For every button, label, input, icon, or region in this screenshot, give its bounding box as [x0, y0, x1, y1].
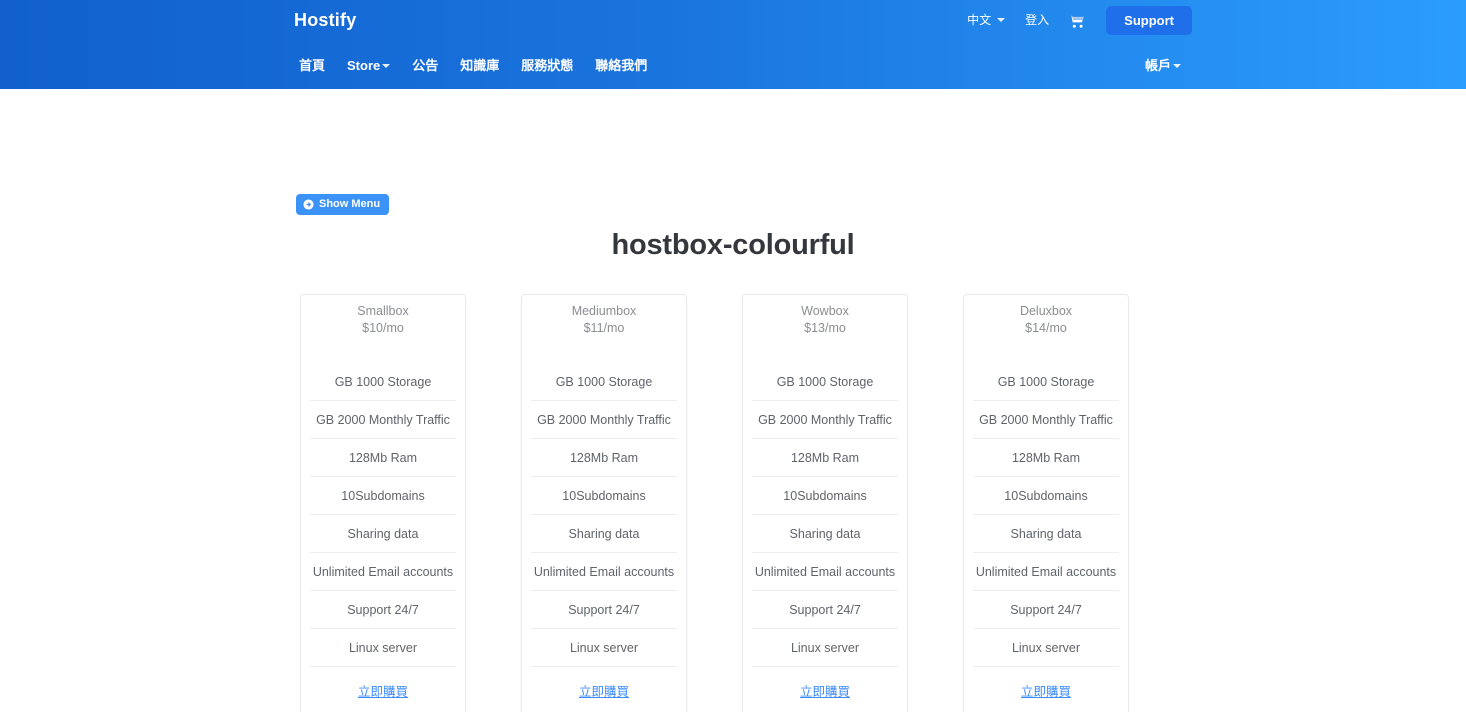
- main-navigation: 首頁 Store 公告 知識庫 服務狀態 聯絡我們: [0, 50, 1466, 89]
- plan-name: Wowbox: [749, 303, 901, 320]
- feature-item: GB 2000 Monthly Traffic: [531, 401, 677, 439]
- primary-nav-list: 首頁 Store 公告 知識庫 服務狀態 聯絡我們: [288, 50, 658, 82]
- feature-item: Support 24/7: [973, 591, 1119, 629]
- pricing-card-header: Mediumbox $11/mo: [522, 295, 686, 363]
- order-now-link[interactable]: 立即購買: [358, 685, 408, 699]
- chevron-down-icon: [1173, 64, 1181, 68]
- order-now-link[interactable]: 立即購買: [800, 685, 850, 699]
- show-menu-button-label: Show Menu: [319, 194, 380, 215]
- feature-item: Support 24/7: [752, 591, 898, 629]
- order-now-link[interactable]: 立即購買: [579, 685, 629, 699]
- pricing-cards-container: Smallbox $10/mo GB 1000 Storage GB 2000 …: [300, 294, 1180, 712]
- nav-item-contact[interactable]: 聯絡我們: [584, 52, 658, 80]
- feature-item: 10Subdomains: [531, 477, 677, 515]
- page-title: hostbox-colourful: [0, 229, 1466, 262]
- nav-item-store[interactable]: Store: [336, 52, 401, 80]
- nav-item-announcements-label: 公告: [412, 57, 438, 75]
- plan-name: Deluxbox: [970, 303, 1122, 320]
- nav-item-network-status-label: 服務狀態: [521, 57, 573, 75]
- plan-name: Smallbox: [307, 303, 459, 320]
- site-header: Hostify 中文 登入 Support 首頁: [0, 0, 1466, 89]
- pricing-card-header: Smallbox $10/mo: [301, 295, 465, 363]
- feature-item: Linux server: [973, 629, 1119, 667]
- feature-item: Unlimited Email accounts: [752, 553, 898, 591]
- feature-item: GB 1000 Storage: [310, 363, 456, 401]
- nav-item-network-status[interactable]: 服務狀態: [510, 52, 584, 80]
- feature-item: GB 1000 Storage: [531, 363, 677, 401]
- nav-item-knowledgebase-label: 知識庫: [460, 57, 499, 75]
- pricing-card-slot: Wowbox $13/mo GB 1000 Storage GB 2000 Mo…: [742, 294, 936, 712]
- nav-item-store-label: Store: [347, 57, 380, 75]
- pricing-card-deluxbox[interactable]: Deluxbox $14/mo GB 1000 Storage GB 2000 …: [963, 294, 1129, 712]
- feature-list: GB 1000 Storage GB 2000 Monthly Traffic …: [964, 363, 1128, 667]
- feature-item: 128Mb Ram: [531, 439, 677, 477]
- feature-item: Sharing data: [973, 515, 1119, 553]
- feature-item: Unlimited Email accounts: [531, 553, 677, 591]
- nav-item-account[interactable]: 帳戶: [1134, 52, 1192, 80]
- plan-price: $14/mo: [970, 320, 1122, 337]
- feature-item: GB 2000 Monthly Traffic: [973, 401, 1119, 439]
- pricing-card-header: Wowbox $13/mo: [743, 295, 907, 363]
- brand-logo[interactable]: Hostify: [294, 9, 356, 31]
- nav-item-account-label: 帳戶: [1145, 57, 1171, 75]
- feature-item: GB 1000 Storage: [752, 363, 898, 401]
- shopping-cart-icon[interactable]: [1059, 11, 1094, 29]
- nav-item-home-label: 首頁: [299, 57, 325, 75]
- nav-item-announcements[interactable]: 公告: [401, 52, 449, 80]
- feature-item: 10Subdomains: [752, 477, 898, 515]
- feature-item: 128Mb Ram: [310, 439, 456, 477]
- feature-item: Linux server: [752, 629, 898, 667]
- feature-item: Linux server: [531, 629, 677, 667]
- show-menu-button[interactable]: Show Menu: [296, 194, 389, 215]
- plan-name: Mediumbox: [528, 303, 680, 320]
- account-nav: 帳戶: [1134, 50, 1192, 82]
- feature-item: 128Mb Ram: [973, 439, 1119, 477]
- order-action: 立即購買: [301, 667, 465, 701]
- pricing-card-smallbox[interactable]: Smallbox $10/mo GB 1000 Storage GB 2000 …: [300, 294, 466, 712]
- page-body: Show Menu hostbox-colourful Smallbox $10…: [0, 89, 1466, 712]
- login-link[interactable]: 登入: [1015, 8, 1059, 32]
- nav-item-knowledgebase[interactable]: 知識庫: [449, 52, 510, 80]
- chevron-down-icon: [997, 18, 1005, 22]
- pricing-card-slot: Smallbox $10/mo GB 1000 Storage GB 2000 …: [300, 294, 494, 712]
- feature-item: 10Subdomains: [310, 477, 456, 515]
- plan-price: $13/mo: [749, 320, 901, 337]
- plan-price: $11/mo: [528, 320, 680, 337]
- pricing-card-slot: Mediumbox $11/mo GB 1000 Storage GB 2000…: [521, 294, 715, 712]
- language-selector-label: 中文: [967, 12, 991, 28]
- order-action: 立即購買: [522, 667, 686, 701]
- nav-item-home[interactable]: 首頁: [288, 52, 336, 80]
- pricing-card-wowbox[interactable]: Wowbox $13/mo GB 1000 Storage GB 2000 Mo…: [742, 294, 908, 712]
- pricing-card-mediumbox[interactable]: Mediumbox $11/mo GB 1000 Storage GB 2000…: [521, 294, 687, 712]
- circle-arrow-right-icon: [303, 199, 314, 210]
- nav-item-contact-label: 聯絡我們: [595, 57, 647, 75]
- feature-item: Unlimited Email accounts: [973, 553, 1119, 591]
- feature-item: GB 1000 Storage: [973, 363, 1119, 401]
- feature-item: 128Mb Ram: [752, 439, 898, 477]
- feature-item: Sharing data: [752, 515, 898, 553]
- feature-item: Sharing data: [531, 515, 677, 553]
- feature-item: 10Subdomains: [973, 477, 1119, 515]
- order-action: 立即購買: [743, 667, 907, 701]
- pricing-card-slot: Deluxbox $14/mo GB 1000 Storage GB 2000 …: [963, 294, 1157, 712]
- pricing-card-header: Deluxbox $14/mo: [964, 295, 1128, 363]
- feature-list: GB 1000 Storage GB 2000 Monthly Traffic …: [743, 363, 907, 667]
- chevron-down-icon: [382, 64, 390, 68]
- order-action: 立即購買: [964, 667, 1128, 701]
- feature-item: Support 24/7: [531, 591, 677, 629]
- feature-item: GB 2000 Monthly Traffic: [752, 401, 898, 439]
- plan-price: $10/mo: [307, 320, 459, 337]
- header-utility-bar: 中文 登入 Support: [957, 6, 1192, 34]
- feature-list: GB 1000 Storage GB 2000 Monthly Traffic …: [522, 363, 686, 667]
- feature-item: Linux server: [310, 629, 456, 667]
- language-selector[interactable]: 中文: [957, 8, 1015, 32]
- feature-list: GB 1000 Storage GB 2000 Monthly Traffic …: [301, 363, 465, 667]
- feature-item: Support 24/7: [310, 591, 456, 629]
- feature-item: Sharing data: [310, 515, 456, 553]
- support-button[interactable]: Support: [1106, 6, 1192, 35]
- order-now-link[interactable]: 立即購買: [1021, 685, 1071, 699]
- feature-item: Unlimited Email accounts: [310, 553, 456, 591]
- feature-item: GB 2000 Monthly Traffic: [310, 401, 456, 439]
